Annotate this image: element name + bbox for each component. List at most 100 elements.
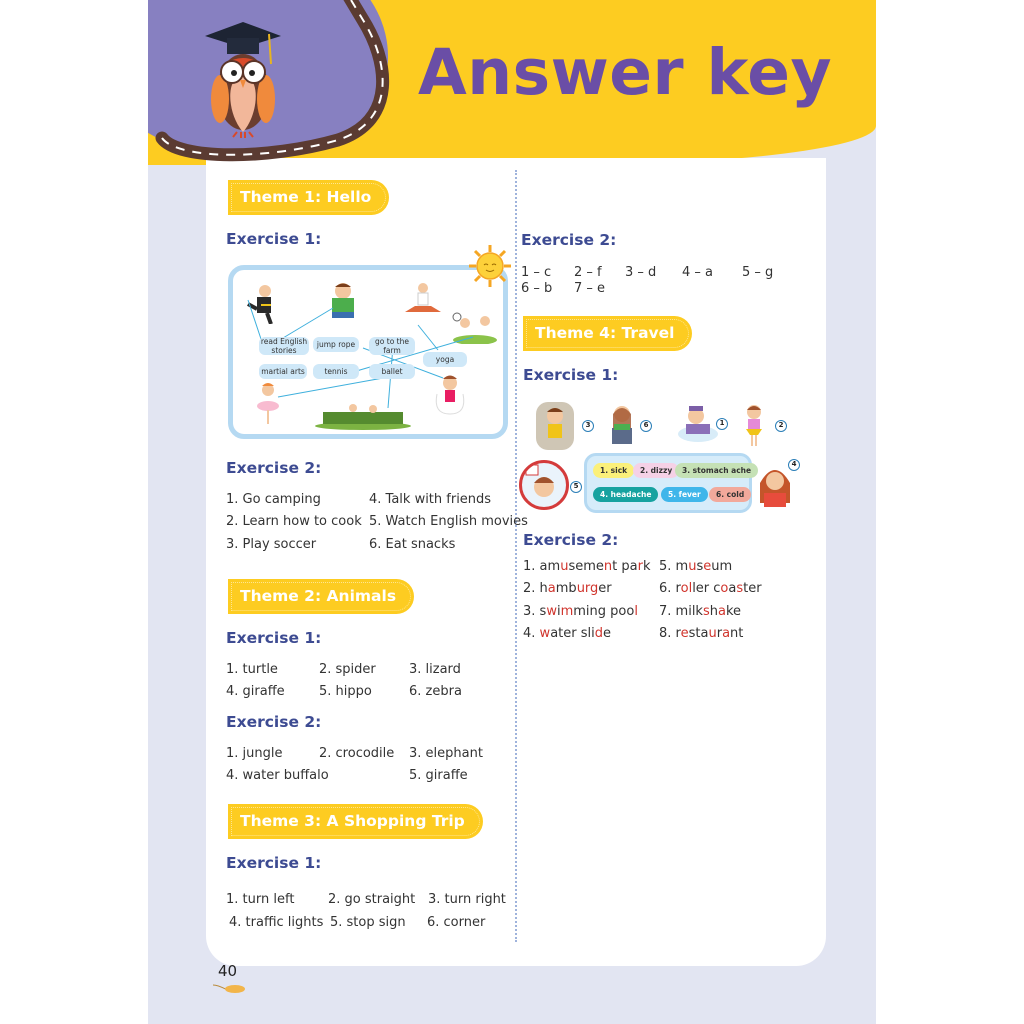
answer-text: er [598, 581, 612, 596]
answer-item: 5 – g [742, 265, 774, 280]
answer-item: 5. Watch English movies [369, 514, 528, 529]
answer-item: 1. turtle [226, 662, 278, 677]
answer-item: 4. water slide [523, 626, 611, 641]
answer-key-page: Answer key Theme 1: Hello Exercise 1: re… [148, 0, 876, 1024]
tag-read-english-stories: read English stories [259, 337, 309, 355]
theme-4-heading: Theme 4: Travel [523, 316, 693, 351]
answer-item: 7. milkshake [659, 604, 741, 619]
answer-item: 1 – c [521, 265, 552, 280]
hobbies-matching-picture: read English stories jump rope go to the… [228, 265, 508, 439]
answer-text: k [642, 559, 651, 574]
theme-1-heading: Theme 1: Hello [228, 180, 390, 215]
answer-text: m [675, 559, 689, 574]
theme-2-exercise-2-title: Exercise 2: [226, 713, 322, 731]
answer-item: 2 – f [574, 265, 602, 280]
tag-martial-arts: martial arts [259, 364, 307, 379]
answer-number: 1. [523, 559, 540, 574]
highlighted-letters: urg [576, 581, 599, 596]
chip-headache: 4. headache [593, 487, 659, 502]
answer-item: 4. giraffe [226, 684, 285, 699]
stomach-ache-boy-illustration [536, 402, 574, 450]
answer-item: 5. stop sign [330, 915, 406, 930]
smiling-sun-icon [469, 245, 511, 287]
answer-item: 2. go straight [328, 892, 416, 907]
answer-item: 2. crocodile [319, 746, 395, 761]
answer-item: 1. jungle [226, 746, 283, 761]
answer-text: mb [555, 581, 577, 596]
chip-fever: 5. fever [661, 487, 708, 502]
answer-number: 5. [659, 559, 676, 574]
answer-text: am [539, 559, 561, 574]
chip-stomach-ache: 3. stomach ache [675, 463, 759, 478]
answer-item: 4. water buffalo [226, 768, 329, 783]
answer-item: 3. swimming pool [523, 604, 638, 619]
answer-item: 6. zebra [409, 684, 462, 699]
highlighted-letters: l [634, 604, 638, 619]
answer-item: 7 – e [574, 281, 606, 296]
leaf-icon [212, 984, 245, 993]
highlighted-letters: m [560, 604, 574, 619]
answer-item: 3. turn right [428, 892, 506, 907]
answer-number: 6. [659, 581, 676, 596]
answer-item: 6. corner [427, 915, 486, 930]
answer-number: 4. [523, 626, 540, 641]
answer-item: 1. Go camping [226, 492, 321, 507]
theme-2-exercise-1-title: Exercise 1: [226, 629, 322, 647]
picture-number-badge: 3 [582, 420, 594, 432]
answer-item: 1. amusement park [523, 559, 650, 574]
theme-1-exercise-1-title: Exercise 1: [226, 230, 322, 248]
theme-4-exercise-1-title: Exercise 1: [523, 366, 619, 384]
answer-number: 7. [659, 604, 676, 619]
chip-dizzy: 2. dizzy [633, 463, 680, 478]
answer-text: sta [688, 626, 709, 641]
highlighted-letters: d [594, 626, 603, 641]
answer-text: nt [730, 626, 744, 641]
answer-text: ming poo [573, 604, 635, 619]
answer-text: h [539, 581, 548, 596]
answer-item: 6. Eat snacks [369, 537, 456, 552]
theme-3-exercise-1-title: Exercise 1: [226, 854, 322, 872]
answer-item: 4 – a [682, 265, 714, 280]
chip-cold: 6. cold [709, 487, 752, 502]
answer-text: ater sli [550, 626, 595, 641]
page-number: 40 [218, 962, 238, 980]
answer-item: 2. Learn how to cook [226, 514, 362, 529]
answer-item: 2. hamburger [523, 581, 612, 596]
answer-item: 2. spider [319, 662, 376, 677]
answer-item: 5. giraffe [409, 768, 468, 783]
answer-text: h [709, 604, 718, 619]
answer-number: 8. [659, 626, 676, 641]
chip-sick: 1. sick [593, 463, 635, 478]
tag-yoga: yoga [423, 352, 467, 367]
answer-number: 3. [523, 604, 540, 619]
theme-3-heading: Theme 3: A Shopping Trip [228, 804, 483, 839]
answer-item: 8. restaurant [659, 626, 743, 641]
answer-item: 5. museum [659, 559, 732, 574]
theme-4-exercise-2-title: Exercise 2: [523, 531, 619, 549]
highlighted-letters: e [680, 626, 689, 641]
highlighted-letters: ol [680, 581, 693, 596]
highlighted-letters: a [547, 581, 556, 596]
highlighted-letters: w [539, 626, 551, 641]
highlighted-letters: s [702, 604, 710, 619]
answer-text: ter [743, 581, 762, 596]
picture-number-badge: 6 [640, 420, 652, 432]
illness-word-bank: 1. sick 2. dizzy 3. stomach ache 4. head… [584, 453, 759, 513]
highlighted-letters: u [708, 626, 717, 641]
picture-number-badge: 5 [570, 481, 582, 493]
picture-number-badge: 4 [788, 459, 800, 471]
cold-woman-illustration [606, 402, 638, 446]
highlighted-letters: a [718, 604, 726, 619]
tag-jump-rope: jump rope [313, 337, 359, 352]
page-title: Answer key [418, 36, 833, 109]
answer-text: e [603, 626, 611, 641]
answer-item: 4. traffic lights [229, 915, 324, 930]
answer-text: t pa [612, 559, 638, 574]
answer-item: 6 – b [521, 281, 553, 296]
theme-2-heading: Theme 2: Animals [228, 579, 415, 614]
tag-tennis: tennis [313, 364, 359, 379]
answer-item: 3. elephant [409, 746, 483, 761]
answer-text: ler c [692, 581, 721, 596]
sick-girl-in-bed-illustration [676, 400, 720, 444]
highlighted-letters: w [546, 604, 557, 619]
